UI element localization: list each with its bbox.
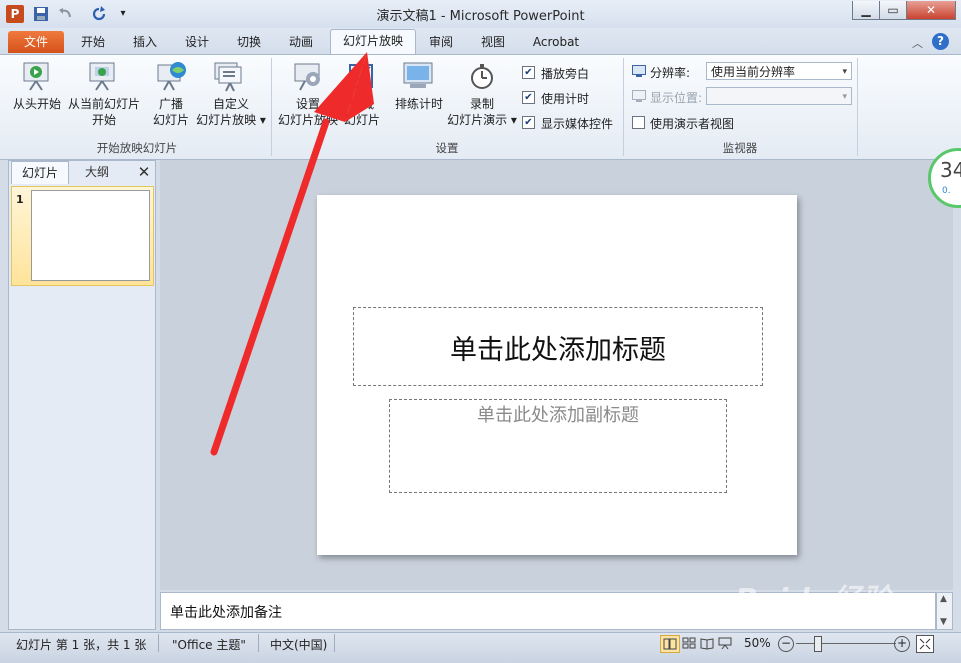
record-show-icon: [466, 62, 498, 97]
record-label-2: 幻灯片演示 ▾: [447, 113, 517, 127]
media-controls-label: 显示媒体控件: [541, 117, 614, 131]
rehearse-timings-button[interactable]: 排练计时: [390, 96, 448, 112]
tab-outline[interactable]: 大纲: [68, 161, 126, 183]
chevron-down-icon: ▾: [842, 92, 847, 102]
display-position-icon: [632, 90, 646, 105]
close-window-button[interactable]: ✕: [906, 1, 956, 20]
scroll-up-icon[interactable]: ▲: [940, 594, 947, 604]
status-divider: [334, 634, 335, 652]
resolution-select[interactable]: 使用当前分辨率 ▾: [706, 62, 852, 80]
hide-slide-label-2: 幻灯片: [343, 113, 380, 127]
slide-thumbnail-number: 1: [16, 193, 24, 206]
broadcast-button[interactable]: 广播 幻灯片: [148, 96, 194, 128]
close-pane-icon[interactable]: ✕: [134, 162, 154, 182]
from-current-slide-label-1: 从当前幻灯片: [67, 97, 140, 111]
from-beginning-button[interactable]: 从头开始: [10, 96, 64, 112]
status-divider: [158, 634, 159, 652]
broadcast-label-1: 广播: [158, 97, 183, 111]
resolution-select-value: 使用当前分辨率: [711, 65, 796, 79]
minimize-button[interactable]: ▁: [852, 1, 880, 20]
group-label-monitors: 监视器: [722, 141, 758, 155]
theme-status: "Office 主题": [172, 638, 246, 652]
reading-view-icon[interactable]: [700, 636, 714, 653]
maximize-button[interactable]: ▭: [879, 1, 907, 20]
record-label-1: 录制: [469, 97, 494, 111]
collapse-ribbon-icon[interactable]: ︿: [912, 35, 923, 51]
zoom-slider-thumb[interactable]: [814, 636, 822, 652]
tab-review[interactable]: 审阅: [418, 31, 464, 53]
display-position-select[interactable]: ▾: [706, 87, 852, 105]
tab-transitions[interactable]: 切换: [226, 31, 272, 53]
hide-slide-label-1: 隐藏: [349, 97, 374, 111]
zoom-out-icon[interactable]: −: [778, 636, 794, 652]
hide-slide-icon: [346, 62, 378, 97]
speed-badge-number: 34: [940, 158, 961, 182]
from-beginning-icon: [20, 60, 52, 95]
title-placeholder-text: 单击此处添加标题: [450, 335, 666, 366]
status-divider: [258, 634, 259, 652]
narrations-label: 播放旁白: [541, 67, 590, 81]
slide-show-view-icon[interactable]: [718, 636, 732, 653]
tab-slides[interactable]: 幻灯片: [11, 161, 69, 184]
setup-show-label-2: 幻灯片放映: [277, 113, 338, 127]
from-current-slide-icon: [86, 60, 118, 95]
use-timings-label: 使用计时: [541, 92, 590, 106]
from-beginning-label: 从头开始: [12, 97, 61, 111]
notes-placeholder: 单击此处添加备注: [170, 605, 282, 621]
presenter-view-label: 使用演示者视图: [650, 117, 735, 131]
broadcast-label-2: 幻灯片: [152, 113, 189, 127]
zoom-slider-track[interactable]: [796, 643, 896, 644]
fit-to-window-icon[interactable]: [916, 635, 934, 653]
speed-badge-sub: 0.: [942, 186, 951, 196]
hide-slide-button[interactable]: 隐藏 幻灯片: [340, 96, 384, 128]
tab-acrobat[interactable]: Acrobat: [524, 31, 588, 53]
display-position-label: 显示位置:: [650, 91, 703, 105]
help-icon[interactable]: ?: [932, 33, 949, 50]
chevron-down-icon: ▾: [842, 67, 847, 77]
presenter-view-check[interactable]: [632, 116, 645, 129]
slide-count-status: 幻灯片 第 1 张，共 1 张: [16, 638, 147, 652]
resolution-icon: [632, 65, 646, 80]
scroll-down-icon[interactable]: ▼: [940, 617, 947, 627]
slide-thumbnail[interactable]: [31, 190, 150, 281]
tab-design[interactable]: 设计: [174, 31, 220, 53]
zoom-in-icon[interactable]: +: [894, 636, 910, 652]
tab-file[interactable]: 文件: [8, 31, 64, 53]
setup-slide-show-button[interactable]: 设置 幻灯片放映: [276, 96, 340, 128]
custom-show-label-2: 幻灯片放映 ▾: [196, 113, 266, 127]
broadcast-icon: [156, 60, 188, 95]
resolution-label: 分辨率:: [650, 66, 691, 80]
group-label-start-show: 开始放映幻灯片: [96, 141, 178, 155]
window-title: 演示文稿1 - Microsoft PowerPoint: [376, 9, 585, 24]
slide-sorter-icon[interactable]: [682, 636, 696, 653]
setup-show-icon: [292, 60, 324, 95]
custom-slide-show-button[interactable]: 自定义 幻灯片放映 ▾: [194, 96, 268, 128]
setup-show-label-1: 设置: [295, 97, 320, 111]
zoom-level[interactable]: 50%: [744, 636, 771, 650]
record-slide-show-button[interactable]: 录制 幻灯片演示 ▾: [444, 96, 520, 128]
from-current-slide-button[interactable]: 从当前幻灯片 开始: [64, 96, 144, 128]
normal-view-icon[interactable]: [660, 635, 680, 653]
language-status[interactable]: 中文(中国): [270, 636, 327, 653]
tab-home[interactable]: 开始: [70, 31, 116, 53]
tab-view[interactable]: 视图: [470, 31, 516, 53]
use-timings-check[interactable]: ✔: [522, 91, 535, 104]
tab-insert[interactable]: 插入: [122, 31, 168, 53]
subtitle-placeholder-text: 单击此处添加副标题: [477, 405, 639, 426]
rehearse-timings-icon: [402, 60, 434, 95]
media-controls-check[interactable]: ✔: [522, 116, 535, 129]
watermark: Baidu经验: [735, 583, 892, 618]
narrations-check[interactable]: ✔: [522, 66, 535, 79]
tab-slide-show[interactable]: 幻灯片放映: [330, 29, 416, 55]
rehearse-timings-label: 排练计时: [394, 97, 443, 111]
tab-animations[interactable]: 动画: [278, 31, 324, 53]
from-current-slide-label-2: 开始: [91, 113, 116, 127]
group-divider: [857, 58, 858, 156]
custom-show-label-1: 自定义: [212, 97, 249, 111]
group-label-setup: 设置: [435, 141, 459, 155]
custom-show-icon: [212, 60, 244, 95]
